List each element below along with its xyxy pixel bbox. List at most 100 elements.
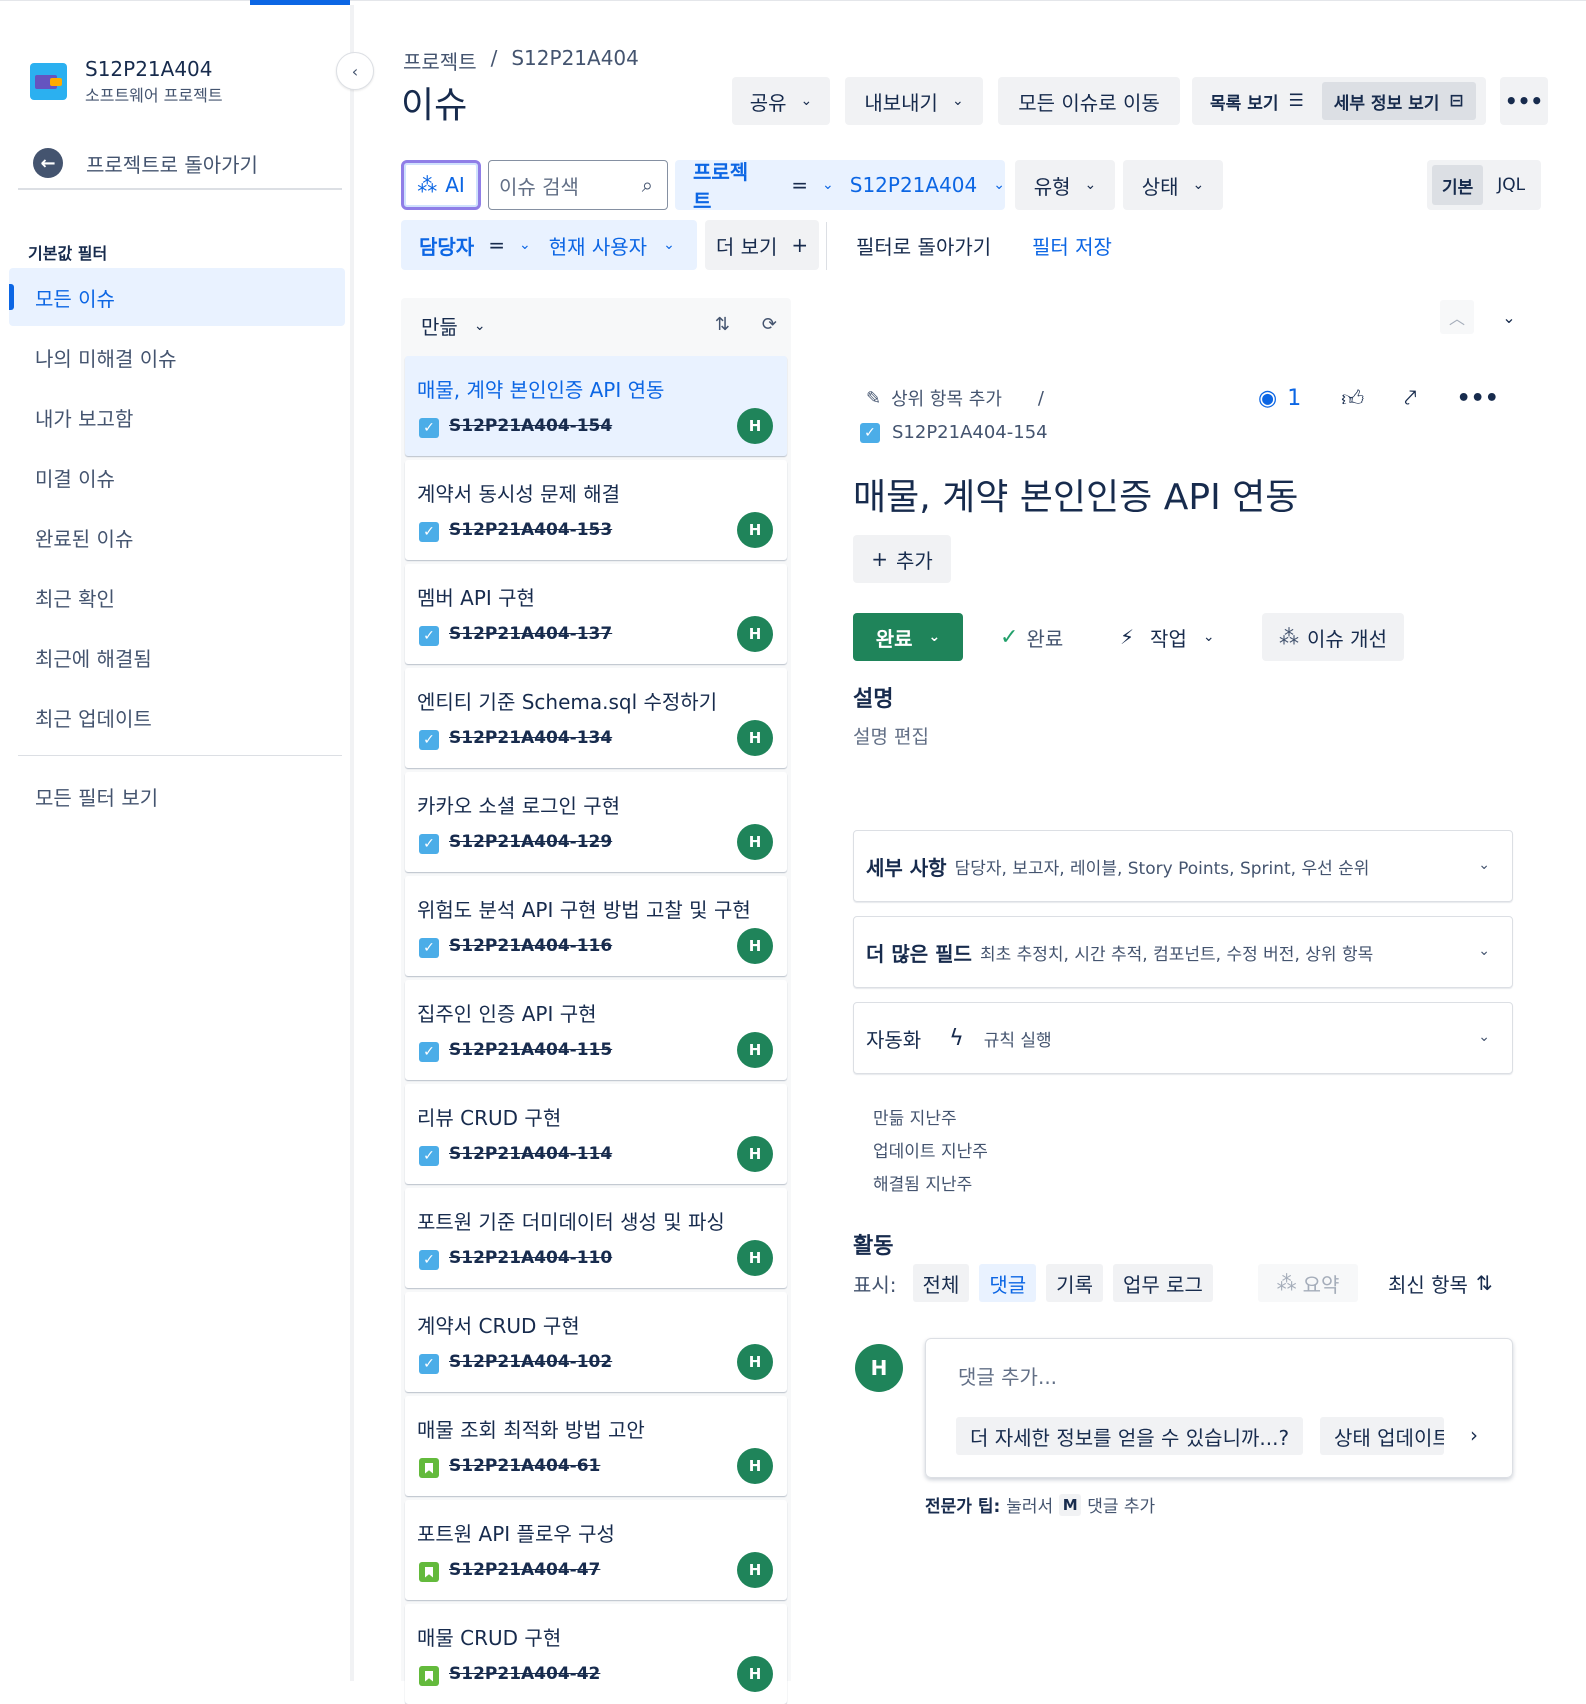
sidebar-item-open-issues[interactable]: 미결 이슈 [9,448,345,506]
description-editor[interactable]: 설명 편집 [853,722,929,749]
chevron-left-icon: ‹ [351,61,359,81]
issue-list-header: 만듦 ⌄ ⇅ ⟳ [401,298,791,353]
issue-card[interactable]: 매물 CRUD 구현 S12P21A404-42 H [405,1604,787,1704]
issue-key-link[interactable]: ✓ S12P21A404-154 [860,422,1048,443]
breadcrumb-projects[interactable]: 프로젝트 [403,46,477,75]
go-to-all-issues-button[interactable]: 모든 이슈로 이동 [998,77,1180,125]
issue-card-key: S12P21A404-114 [449,1144,613,1164]
suggestion-chip[interactable]: 상태 업데이트 [1320,1417,1444,1455]
details-section[interactable]: 세부 사항 담당자, 보고자, 레이블, Story Points, Sprin… [853,830,1513,902]
sidebar-item-all-issues[interactable]: 모든 이슈 [9,268,345,326]
issue-card[interactable]: 리뷰 CRUD 구현 ✓ S12P21A404-114 H [405,1084,787,1184]
issue-card[interactable]: 계약서 동시성 문제 해결 ✓ S12P21A404-153 H [405,460,787,560]
issue-card[interactable]: 포트원 API 플로우 구성 S12P21A404-47 H [405,1500,787,1600]
sort-order-icon: ⇅ [1475,1271,1493,1295]
tab-comments[interactable]: 댓글 [979,1264,1037,1302]
sidebar-item-done-issues[interactable]: 완료된 이슈 [9,508,345,566]
type-filter[interactable]: 유형 ⌄ [1015,160,1115,210]
project-operator[interactable]: = [791,173,809,197]
issue-card[interactable]: 위험도 분석 API 구현 방법 고찰 및 구현 ✓ S12P21A404-116 H [405,876,787,976]
issue-card-title: 매물, 계약 본인인증 API 연동 [417,378,665,402]
add-button[interactable]: + 추가 [853,535,951,583]
more-actions-button[interactable]: ••• [1500,77,1548,125]
save-filter-button[interactable]: 필터 저장 [1032,220,1112,270]
list-view-button[interactable]: 목록 보기 ☰ [1198,82,1316,120]
issue-card-key: S12P21A404-110 [449,1248,613,1268]
more-icon[interactable]: ••• [1457,386,1499,411]
project-filter[interactable]: 프로젝트 = ⌄ S12P21A404 ⌄ [675,160,1005,213]
issue-list: 만듦 ⌄ ⇅ ⟳ 매물, 계약 본인인증 API 연동 ✓ S12P21A404-1… [401,298,791,1704]
summarize-button[interactable]: ⁂ 요약 [1258,1264,1358,1302]
issue-card[interactable]: 멤버 API 구현 ✓ S12P21A404-137 H [405,564,787,664]
sort-field-button[interactable]: 만듦 [421,311,458,340]
collapse-sidebar-button[interactable]: ‹ [336,52,374,90]
keyboard-key: M [1059,1493,1082,1516]
sidebar-item-reported-by-me[interactable]: 내가 보고함 [9,388,345,446]
created-info: 만듦 지난주 [873,1109,957,1129]
page-title: 이슈 [401,85,468,126]
sort-order-icon[interactable]: ⇅ [715,314,730,335]
search-icon: ⌕ [641,173,653,197]
avatar: H [737,512,773,548]
previous-issue-button[interactable]: ︿ [1440,300,1474,334]
issue-card[interactable]: 엔티티 기준 Schema.sql 수정하기 ✓ S12P21A404-134 H [405,668,787,768]
sidebar-item-recently-resolved[interactable]: 최근에 해결됨 [9,628,345,686]
details-title: 세부 사항 [866,855,947,880]
jql-mode-button[interactable]: JQL [1487,165,1535,205]
export-button[interactable]: 내보내기 ⌄ [845,77,983,125]
sidebar-item-my-open-issues[interactable]: 나의 미해결 이슈 [9,328,345,386]
add-parent-link[interactable]: 상위 항목 추가 [891,385,1002,411]
chevron-right-icon[interactable]: › [1470,1423,1478,1447]
avatar: H [737,720,773,756]
work-dropdown[interactable]: ⚡︎ 작업 ⌄ [1120,613,1215,661]
sidebar-item-recently-viewed[interactable]: 최근 확인 [9,568,345,626]
share-icon[interactable]: ⤤ [1404,386,1416,411]
back-to-filter-button[interactable]: 필터로 돌아가기 [856,220,991,270]
suggestion-chip[interactable]: 더 자세한 정보를 얻을 수 있습니까...? [956,1417,1304,1455]
breadcrumb-project[interactable]: S12P21A404 [511,46,639,75]
list-view-label: 목록 보기 [1210,93,1279,114]
view-all-filters-link[interactable]: 모든 필터 보기 [9,767,345,825]
project-header[interactable]: S12P21A404 소프트웨어 프로젝트 [30,57,223,106]
tab-worklog[interactable]: 업무 로그 [1112,1264,1213,1302]
activity-heading: 활동 [853,1234,894,1259]
tab-history[interactable]: 기록 [1046,1264,1103,1302]
assignee-operator[interactable]: = [488,233,505,257]
chevron-down-icon: ⌄ [1478,857,1490,873]
tab-all[interactable]: 전체 [912,1264,970,1302]
sort-newest-button[interactable]: 최신 항목 ⇅ [1388,1264,1493,1302]
refresh-icon[interactable]: ⟳ [762,314,777,335]
divider [18,755,342,756]
back-to-project-link[interactable]: ← 프로젝트로 돌아가기 [33,148,258,178]
more-filters-button[interactable]: 더 보기 + [705,220,819,270]
sidebar-item-recently-updated[interactable]: 최근 업데이트 [9,688,345,746]
lightning-icon: ϟ [949,1025,964,1051]
project-filter-label: 프로젝트 [693,160,749,213]
automation-section[interactable]: 자동화 ϟ 규칙 실행 ⌄ [853,1002,1513,1074]
issue-card[interactable]: 계약서 CRUD 구현 ✓ S12P21A404-102 H [405,1292,787,1392]
status-dropdown[interactable]: 완료 ⌄ [853,613,963,661]
issue-card[interactable]: 카카오 소셜 로그인 구현 ✓ S12P21A404-129 H [405,772,787,872]
basic-mode-button[interactable]: 기본 [1432,165,1484,205]
issue-card[interactable]: 매물 조회 최적화 방법 고안 S12P21A404-61 H [405,1396,787,1496]
issue-card-title: 위험도 분석 API 구현 방법 고찰 및 구현 [417,898,751,922]
thumbs-up-icon[interactable]: 👍︎ [1341,385,1364,412]
issue-card[interactable]: 집주인 인증 API 구현 ✓ S12P21A404-115 H [405,980,787,1080]
more-fields-section[interactable]: 더 많은 필드 최초 추정치, 시간 추적, 컴포넌트, 수정 버전, 상위 항… [853,916,1513,988]
status-filter[interactable]: 상태 ⌄ [1123,160,1223,210]
list-tools: ⇅ ⟳ [715,314,777,335]
comment-box[interactable]: 댓글 추가... 더 자세한 정보를 얻을 수 있습니까...? 상태 업데이트… [925,1338,1513,1478]
watch-button[interactable]: ◉ 1 [1258,386,1301,411]
improve-issue-button[interactable]: ⁂ 이슈 개선 [1262,613,1404,661]
issue-title[interactable]: 매물, 계약 본인인증 API 연동 [853,468,1298,520]
comment-input[interactable]: 댓글 추가... [958,1361,1057,1390]
issue-search-input[interactable]: 이슈 검색 ⌕ [488,160,668,210]
detail-view-button[interactable]: 세부 정보 보기 ⊟ [1321,82,1476,120]
issue-card[interactable]: 매물, 계약 본인인증 API 연동 ✓ S12P21A404-154 H [405,356,787,456]
assignee-filter[interactable]: 담당자 = ⌄ 현재 사용자 ⌄ [401,220,697,270]
next-issue-button[interactable]: ⌄ [1492,300,1526,334]
ai-search-button[interactable]: ⁂ AI [401,160,481,210]
more-fields-subtitle: 최초 추정치, 시간 추적, 컴포넌트, 수정 버전, 상위 항목 [979,944,1374,965]
issue-card[interactable]: 포트원 기준 더미데이터 생성 및 파싱 ✓ S12P21A404-110 H [405,1188,787,1288]
share-button[interactable]: 공유 ⌄ [732,77,830,125]
